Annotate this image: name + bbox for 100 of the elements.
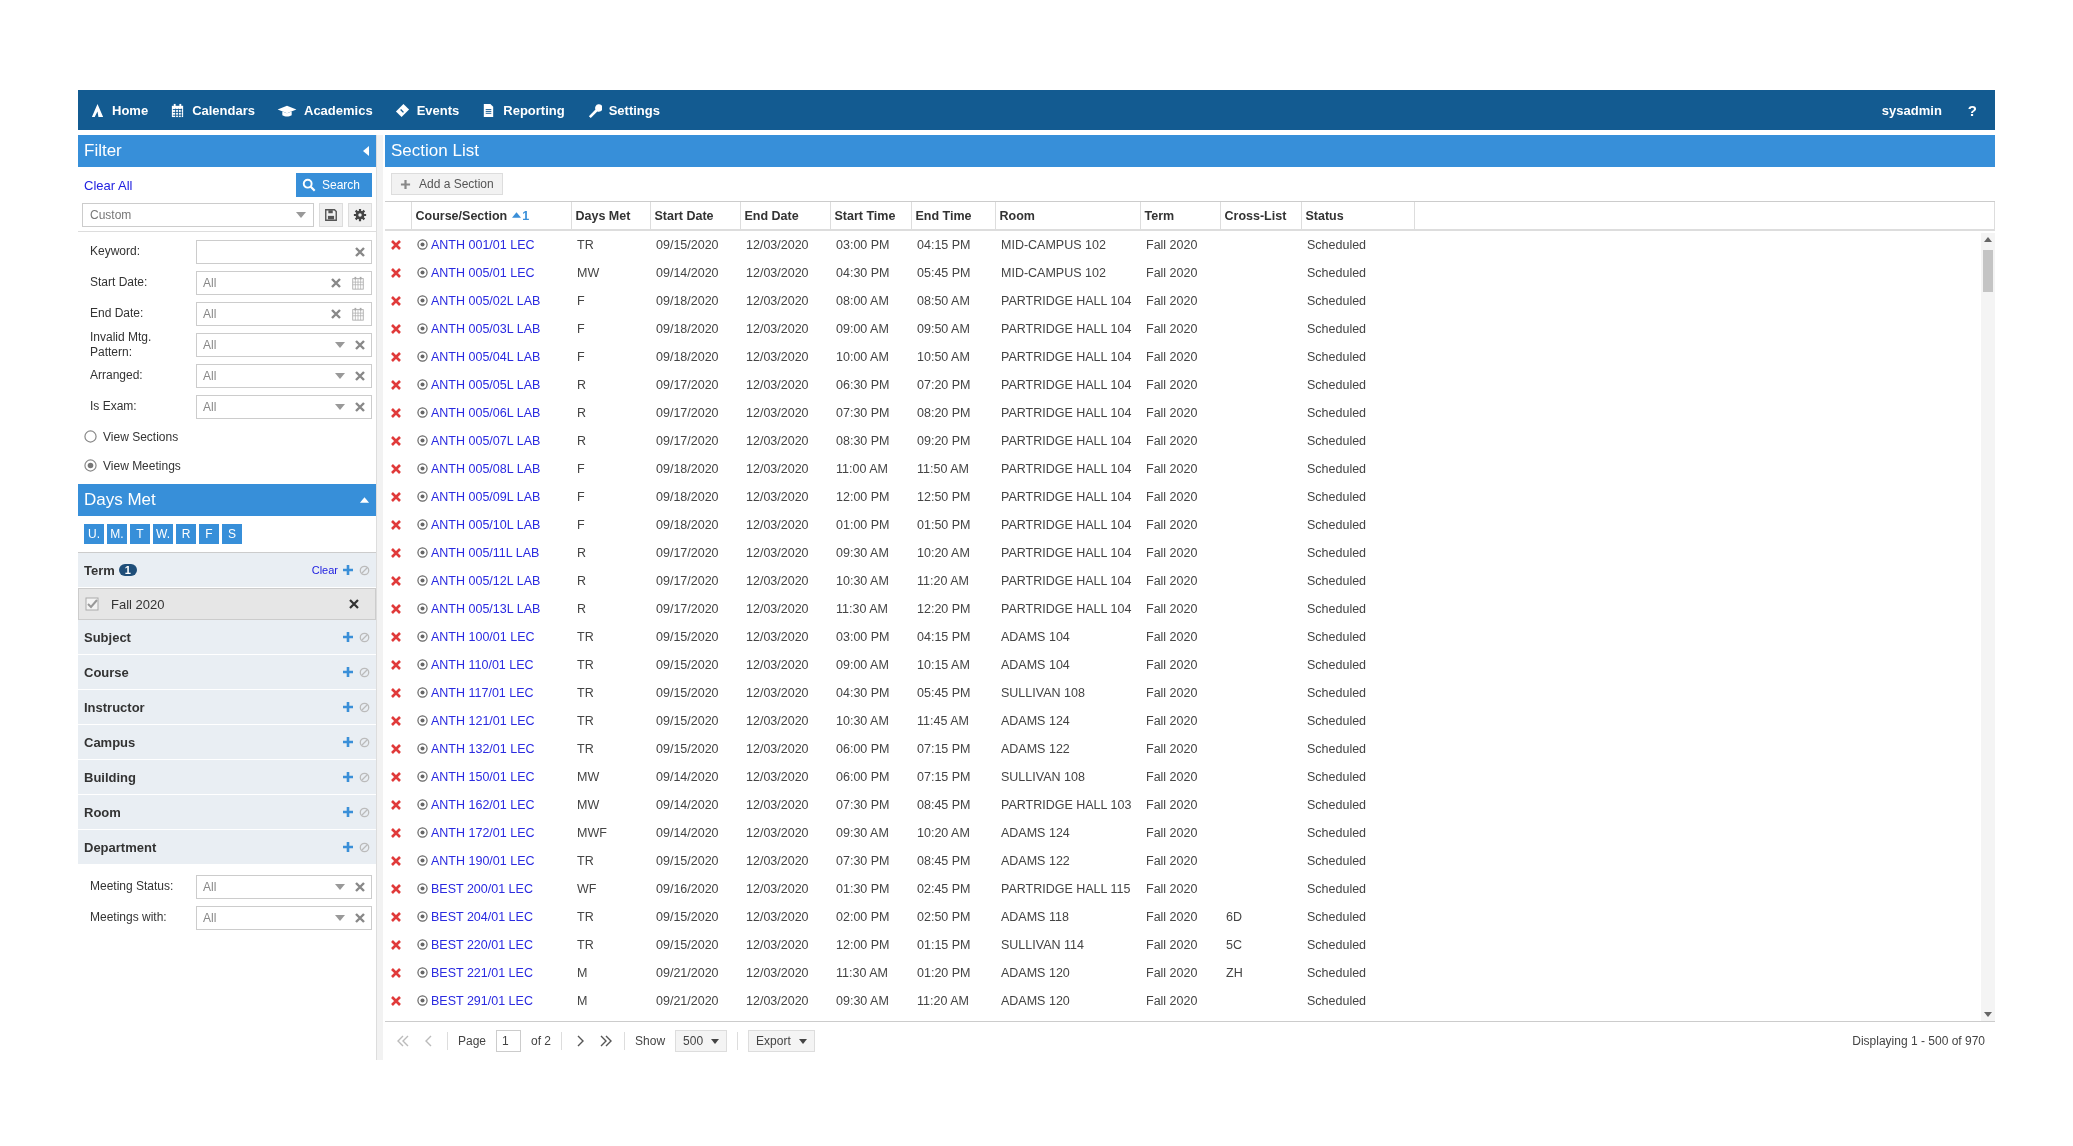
view-radio-option[interactable]: View Meetings: [82, 451, 372, 480]
course-section-link[interactable]: ANTH 005/09L LAB: [431, 490, 541, 504]
add-icon[interactable]: [342, 736, 354, 748]
collapse-icon[interactable]: [362, 145, 370, 157]
facet-header[interactable]: Building: [78, 760, 376, 795]
delete-icon[interactable]: [391, 548, 401, 558]
page-size-dropdown[interactable]: 500: [675, 1030, 728, 1052]
course-section-link[interactable]: ANTH 132/01 LEC: [431, 742, 535, 756]
delete-icon[interactable]: [391, 436, 401, 446]
export-dropdown[interactable]: Export: [748, 1030, 815, 1052]
filter-field[interactable]: All: [196, 905, 372, 930]
clear-icon[interactable]: [331, 277, 341, 288]
course-section-link[interactable]: ANTH 005/08L LAB: [431, 462, 541, 476]
delete-icon[interactable]: [391, 520, 401, 530]
remove-icon[interactable]: [349, 599, 359, 609]
facet-header[interactable]: Campus: [78, 725, 376, 760]
add-icon[interactable]: [342, 806, 354, 818]
course-section-link[interactable]: ANTH 001/01 LEC: [431, 238, 535, 252]
column-header[interactable]: Cross-List: [1220, 202, 1301, 230]
scroll-up-icon[interactable]: [1984, 237, 1992, 242]
clear-icon[interactable]: [355, 912, 365, 923]
clear-icon[interactable]: [355, 881, 365, 892]
course-section-link[interactable]: BEST 291/01 LEC: [431, 994, 533, 1008]
add-icon[interactable]: [342, 771, 354, 783]
nav-item[interactable]: Reporting: [481, 102, 565, 118]
clear-icon[interactable]: [355, 370, 365, 381]
delete-icon[interactable]: [391, 744, 401, 754]
nav-item[interactable]: Home: [90, 102, 149, 118]
course-section-link[interactable]: ANTH 121/01 LEC: [431, 714, 535, 728]
delete-icon[interactable]: [391, 352, 401, 362]
user-name-link[interactable]: sysadmin: [1881, 102, 1942, 118]
course-section-link[interactable]: ANTH 172/01 LEC: [431, 826, 535, 840]
column-header[interactable]: Course/Section 1: [411, 202, 571, 230]
filter-field[interactable]: [196, 239, 372, 264]
delete-icon[interactable]: [391, 240, 401, 250]
delete-icon[interactable]: [391, 464, 401, 474]
delete-icon[interactable]: [391, 604, 401, 614]
facet-header[interactable]: Course: [78, 655, 376, 690]
save-button[interactable]: [319, 203, 343, 227]
delete-icon[interactable]: [391, 408, 401, 418]
delete-icon[interactable]: [391, 576, 401, 586]
course-section-link[interactable]: ANTH 005/13L LAB: [431, 602, 541, 616]
delete-icon[interactable]: [391, 296, 401, 306]
nav-item[interactable]: Calendars: [170, 102, 255, 118]
delete-icon[interactable]: [391, 996, 401, 1006]
scroll-down-icon[interactable]: [1984, 1012, 1992, 1017]
course-section-link[interactable]: ANTH 005/07L LAB: [431, 434, 541, 448]
nav-item[interactable]: Settings: [586, 102, 660, 118]
delete-icon[interactable]: [391, 492, 401, 502]
add-icon[interactable]: [342, 631, 354, 643]
delete-icon[interactable]: [391, 828, 401, 838]
settings-button[interactable]: [348, 203, 372, 227]
course-section-link[interactable]: ANTH 150/01 LEC: [431, 770, 535, 784]
preset-dropdown[interactable]: Custom: [82, 203, 314, 227]
filter-field[interactable]: All: [196, 332, 372, 357]
nav-item[interactable]: Events: [394, 102, 460, 118]
course-section-link[interactable]: ANTH 162/01 LEC: [431, 798, 535, 812]
course-section-link[interactable]: ANTH 005/12L LAB: [431, 574, 541, 588]
column-header[interactable]: Start Time: [830, 202, 911, 230]
facet-header[interactable]: Instructor: [78, 690, 376, 725]
clear-icon[interactable]: [355, 401, 365, 412]
column-header[interactable]: Days Met: [571, 202, 650, 230]
facet-header[interactable]: Subject: [78, 620, 376, 655]
course-section-link[interactable]: ANTH 190/01 LEC: [431, 854, 535, 868]
delete-icon[interactable]: [391, 268, 401, 278]
course-section-link[interactable]: ANTH 005/11L LAB: [431, 546, 540, 560]
add-icon[interactable]: [342, 841, 354, 853]
filter-field[interactable]: All: [196, 874, 372, 899]
delete-icon[interactable]: [391, 380, 401, 390]
delete-icon[interactable]: [391, 324, 401, 334]
nav-item[interactable]: Academics: [277, 102, 373, 118]
add-icon[interactable]: [342, 564, 354, 576]
delete-icon[interactable]: [391, 856, 401, 866]
delete-icon[interactable]: [391, 660, 401, 670]
delete-icon[interactable]: [391, 884, 401, 894]
course-section-link[interactable]: BEST 204/01 LEC: [431, 910, 533, 924]
delete-icon[interactable]: [391, 772, 401, 782]
course-section-link[interactable]: BEST 221/01 LEC: [431, 966, 533, 980]
course-section-link[interactable]: ANTH 110/01 LEC: [431, 658, 534, 672]
course-section-link[interactable]: ANTH 005/10L LAB: [431, 518, 541, 532]
add-icon[interactable]: [342, 701, 354, 713]
column-header[interactable]: End Time: [911, 202, 995, 230]
course-section-link[interactable]: ANTH 005/06L LAB: [431, 406, 541, 420]
add-icon[interactable]: [342, 666, 354, 678]
course-section-link[interactable]: ANTH 005/03L LAB: [431, 322, 541, 336]
course-section-link[interactable]: BEST 220/01 LEC: [431, 938, 533, 952]
column-header[interactable]: Room: [995, 202, 1140, 230]
filter-field[interactable]: All: [196, 394, 372, 419]
scrollbar-thumb[interactable]: [1983, 250, 1993, 292]
column-header[interactable]: Status: [1301, 202, 1414, 230]
course-section-link[interactable]: ANTH 100/01 LEC: [431, 630, 535, 644]
delete-icon[interactable]: [391, 940, 401, 950]
course-section-link[interactable]: ANTH 117/01 LEC: [431, 686, 534, 700]
delete-icon[interactable]: [391, 632, 401, 642]
course-section-link[interactable]: ANTH 005/01 LEC: [431, 266, 535, 280]
column-header[interactable]: End Date: [740, 202, 830, 230]
column-header[interactable]: Term: [1140, 202, 1220, 230]
clear-link[interactable]: Clear: [309, 564, 338, 576]
delete-icon[interactable]: [391, 912, 401, 922]
clear-all-link[interactable]: Clear All: [82, 177, 133, 193]
